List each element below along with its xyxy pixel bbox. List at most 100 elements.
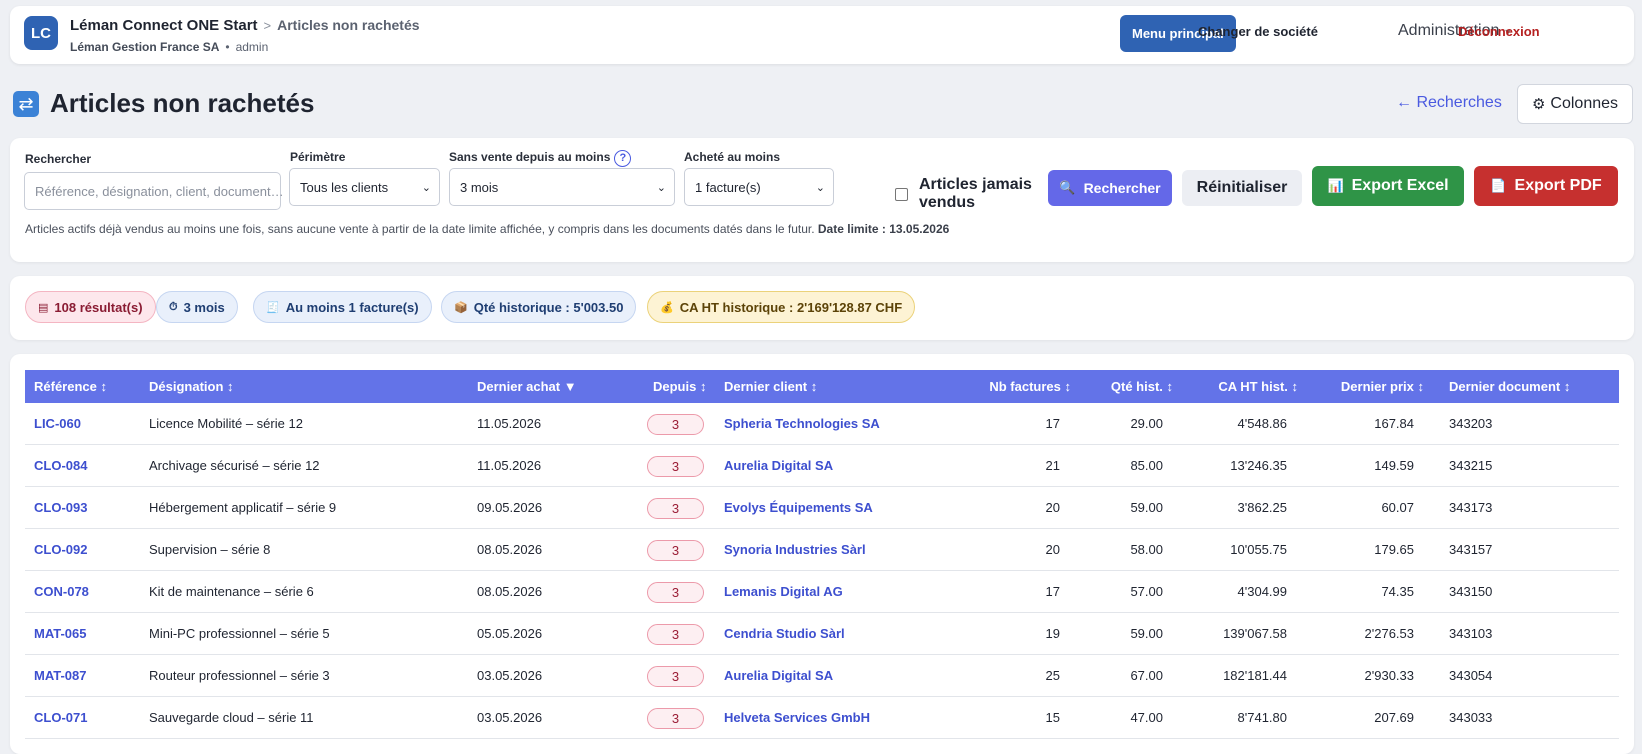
cell-last-price: 149.59 bbox=[1374, 458, 1414, 473]
company-user-info: Léman Gestion France SA • admin bbox=[70, 40, 268, 54]
change-company-link[interactable]: Changer de société bbox=[1198, 24, 1318, 39]
timer-icon: ⏱ bbox=[169, 300, 178, 313]
cell-designation: Archivage sécurisé – série 12 bbox=[149, 458, 320, 473]
table-row[interactable]: CLO-071 Sauvegarde cloud – série 11 03.05.… bbox=[25, 697, 1619, 739]
cell-last-client[interactable]: Helveta Services GmbH bbox=[724, 710, 870, 725]
cell-last-client[interactable]: Evolys Équipements SA bbox=[724, 500, 873, 515]
cell-last-purchase: 08.05.2026 bbox=[477, 542, 543, 557]
app-name[interactable]: Léman Connect ONE Start bbox=[70, 17, 258, 34]
back-to-searches-link[interactable]: ← Recherches bbox=[1396, 94, 1502, 112]
cell-ref[interactable]: CLO-092 bbox=[34, 542, 87, 557]
table-row[interactable]: CLO-092 Supervision – série 8 08.05.2026 3 S… bbox=[25, 529, 1619, 571]
breadcrumb-separator-icon: > bbox=[263, 18, 272, 33]
bought-select[interactable]: 1 facture(s) ⌄ bbox=[684, 168, 834, 206]
col-last-doc[interactable]: Dernier document ↕ bbox=[1449, 379, 1570, 394]
cell-last-client[interactable]: Aurelia Digital SA bbox=[724, 668, 833, 683]
cell-last-doc: 343157 bbox=[1449, 542, 1493, 557]
filter-note-text: Articles actifs déjà vendus au moins une… bbox=[25, 222, 815, 236]
cell-nb-invoices: 19 bbox=[1045, 626, 1060, 641]
col-last-purchase[interactable]: Dernier achat ▼ bbox=[477, 379, 577, 394]
cell-last-doc: 343173 bbox=[1449, 500, 1493, 515]
cell-revenue: 182'181.44 bbox=[1223, 668, 1287, 683]
reset-button[interactable]: Réinitialiser bbox=[1182, 170, 1302, 206]
export-excel-button[interactable]: 📊 Export Excel bbox=[1312, 166, 1464, 206]
cell-qty: 85.00 bbox=[1130, 458, 1163, 473]
cell-revenue: 3'862.25 bbox=[1237, 500, 1287, 515]
col-ref[interactable]: Référence ↕ bbox=[34, 379, 107, 394]
cell-ref[interactable]: CLO-093 bbox=[34, 500, 87, 515]
col-last-client[interactable]: Dernier client ↕ bbox=[724, 379, 817, 394]
cell-ref[interactable]: CLO-084 bbox=[34, 458, 87, 473]
never-sold-label[interactable]: Articles jamais vendus bbox=[919, 176, 1032, 212]
chevron-down-icon: ⌄ bbox=[421, 181, 431, 194]
never-sold-label-line2: vendus bbox=[919, 194, 976, 211]
table-row[interactable]: CLO-084 Archivage sécurisé – série 12 11.0… bbox=[25, 445, 1619, 487]
columns-button[interactable]: ⚙ Colonnes bbox=[1517, 84, 1633, 124]
period-chip: ⏱ 3 mois bbox=[156, 291, 238, 323]
since-value: 3 mois bbox=[460, 179, 499, 195]
cell-ref[interactable]: LIC-060 bbox=[34, 416, 81, 431]
logout-link[interactable]: Déconnexion bbox=[1458, 24, 1540, 39]
col-revenue[interactable]: CA HT hist. ↕ bbox=[1218, 379, 1298, 394]
since-label: Sans vente depuis au moins? bbox=[449, 150, 632, 167]
cell-revenue: 139'067.58 bbox=[1223, 626, 1287, 641]
cell-ref[interactable]: CLO-071 bbox=[34, 710, 87, 725]
top-bar: LC Léman Connect ONE Start > Articles non … bbox=[10, 6, 1634, 64]
cell-last-client[interactable]: Cendria Studio Sàrl bbox=[724, 626, 845, 641]
export-excel-label: Export Excel bbox=[1351, 177, 1449, 194]
cell-last-doc: 343103 bbox=[1449, 626, 1493, 641]
cell-last-client[interactable]: Spheria Technologies SA bbox=[724, 416, 880, 431]
cell-revenue: 8'741.80 bbox=[1237, 710, 1287, 725]
cell-qty: 58.00 bbox=[1130, 542, 1163, 557]
never-sold-checkbox[interactable] bbox=[895, 188, 908, 201]
cell-last-doc: 343033 bbox=[1449, 710, 1493, 725]
package-icon: 📦 bbox=[454, 301, 468, 314]
table-row[interactable]: MAT-065 Mini-PC professionnel – série 5 05… bbox=[25, 613, 1619, 655]
table-row[interactable]: CON-078 Kit de maintenance – série 6 08.05… bbox=[25, 571, 1619, 613]
search-button[interactable]: 🔍 Rechercher bbox=[1048, 170, 1172, 206]
col-last-price[interactable]: Dernier prix ↕ bbox=[1341, 379, 1424, 394]
cell-qty: 29.00 bbox=[1130, 416, 1163, 431]
invoice-icon: 🧾 bbox=[266, 301, 280, 314]
document-icon: 📄 bbox=[1490, 178, 1507, 193]
cell-last-purchase: 11.05.2026 bbox=[477, 416, 542, 431]
table-row[interactable]: LIC-060 Licence Mobilité – série 12 11.05.… bbox=[25, 403, 1619, 445]
bought-label: Acheté au moins bbox=[684, 150, 781, 164]
table-row[interactable]: MAT-087 Routeur professionnel – série 3 03… bbox=[25, 655, 1619, 697]
cell-last-purchase: 05.05.2026 bbox=[477, 626, 543, 641]
cell-since-badge: 3 bbox=[647, 414, 704, 435]
search-label: Rechercher bbox=[25, 152, 92, 166]
col-designation[interactable]: Désignation ↕ bbox=[149, 379, 234, 394]
cell-last-price: 179.65 bbox=[1374, 542, 1414, 557]
cell-qty: 59.00 bbox=[1130, 626, 1163, 641]
cell-ref[interactable]: MAT-065 bbox=[34, 626, 87, 641]
perimeter-select[interactable]: Tous les clients ⌄ bbox=[289, 168, 440, 206]
export-pdf-button[interactable]: 📄 Export PDF bbox=[1474, 166, 1618, 206]
cell-designation: Hébergement applicatif – série 9 bbox=[149, 500, 337, 515]
search-button-label: Rechercher bbox=[1083, 180, 1161, 196]
col-nb-invoices[interactable]: Nb factures ↕ bbox=[989, 379, 1071, 394]
table-row[interactable]: CLO-093 Hébergement applicatif – série 9 0… bbox=[25, 487, 1619, 529]
cell-last-client[interactable]: Synoria Industries Sàrl bbox=[724, 542, 866, 557]
cell-nb-invoices: 20 bbox=[1045, 500, 1060, 515]
cell-ref[interactable]: MAT-087 bbox=[34, 668, 87, 683]
col-qty[interactable]: Qté hist. ↕ bbox=[1111, 379, 1173, 394]
cell-last-doc: 343203 bbox=[1449, 416, 1493, 431]
perimeter-value: Tous les clients bbox=[300, 179, 389, 195]
cell-ref[interactable]: CON-078 bbox=[34, 584, 89, 599]
since-select[interactable]: 3 mois ⌄ bbox=[449, 168, 675, 206]
app-logo[interactable]: LC bbox=[24, 16, 58, 50]
cell-nb-invoices: 25 bbox=[1045, 668, 1060, 683]
cell-last-price: 60.07 bbox=[1381, 500, 1414, 515]
cell-nb-invoices: 17 bbox=[1045, 584, 1060, 599]
since-label-text: Sans vente depuis au moins bbox=[449, 150, 611, 164]
cell-since-badge: 3 bbox=[647, 498, 704, 519]
cell-last-client[interactable]: Aurelia Digital SA bbox=[724, 458, 833, 473]
col-since[interactable]: Depuis ↕ bbox=[653, 379, 706, 394]
help-icon[interactable]: ? bbox=[614, 150, 632, 167]
perimeter-label: Périmètre bbox=[290, 150, 346, 164]
cell-last-client[interactable]: Lemanis Digital AG bbox=[724, 584, 843, 599]
cell-last-price: 2'276.53 bbox=[1364, 626, 1414, 641]
cell-last-purchase: 03.05.2026 bbox=[477, 668, 543, 683]
search-input[interactable]: Référence, désignation, client, document… bbox=[24, 172, 284, 210]
